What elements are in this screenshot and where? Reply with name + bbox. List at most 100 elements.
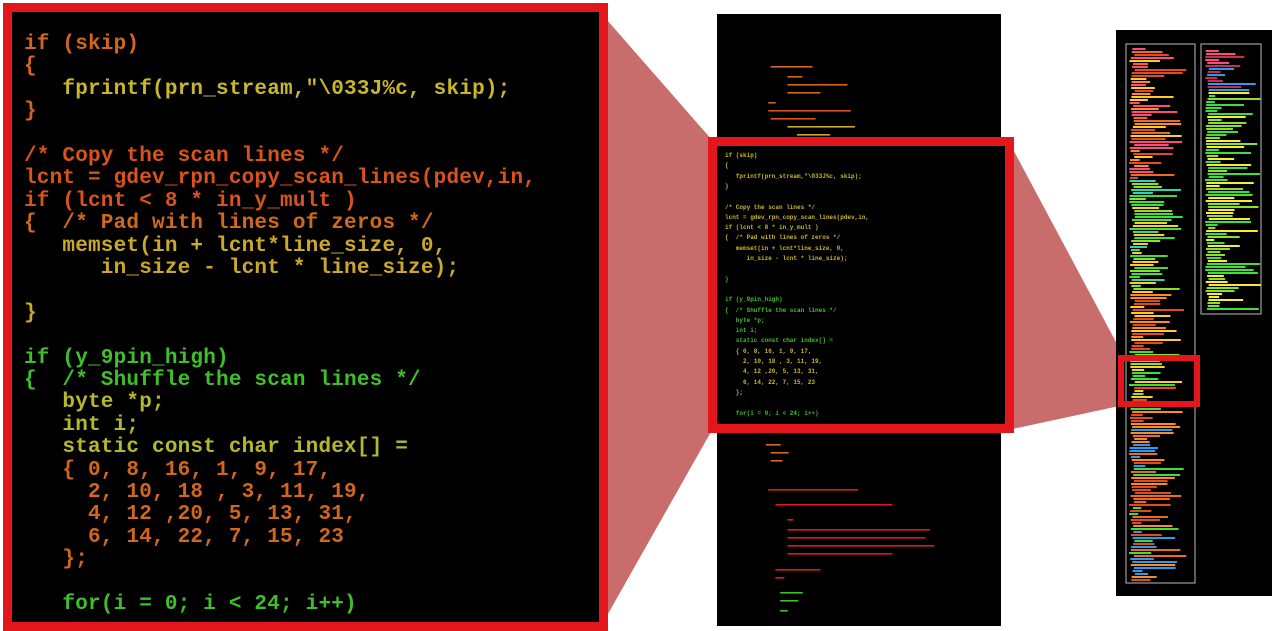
overview-line-mark [1205,248,1230,250]
overview-line-mark [1205,59,1220,61]
overview-line-mark [1129,201,1165,203]
overview-line-mark [1129,351,1154,353]
overview-line-mark [1132,291,1153,293]
overview-line-mark [1208,89,1250,91]
overview-line-mark [1132,537,1176,539]
overview-line-mark [1133,258,1156,260]
overview-line-mark [1133,531,1142,533]
code-line: { /* Pad with lines of zeros */ [24,212,434,236]
overview-line-mark [1134,165,1149,167]
code-line-mark [770,460,783,462]
code-line: { [725,162,729,170]
overview-line-mark [1206,146,1245,148]
overview-line-mark [1207,302,1221,304]
overview-line-mark [1131,240,1161,242]
overview-line-mark [1129,180,1156,182]
code-line-mark [770,66,813,68]
overview-line-mark [1130,558,1154,560]
overview-line-mark [1130,129,1156,131]
code-line-mark [775,577,785,579]
overview-line-mark [1134,567,1176,569]
code-line-mark [787,84,848,86]
overview-line-mark [1206,128,1233,130]
code-line: fprintf(prn_stream,"\033J%c, skip); [24,77,511,101]
overview-line-mark [1131,483,1168,485]
overview-line-mark [1206,182,1254,184]
overview-line-mark [1134,315,1171,317]
code-line-mark [775,504,893,506]
code-line-mark [770,452,789,454]
overview-line-mark [1134,90,1154,92]
overview-line-mark [1205,110,1218,112]
overview-line-mark [1206,212,1234,214]
code-line: int i; [725,327,758,335]
code-line: }; [24,548,89,572]
overview-line-mark [1130,78,1147,80]
overview-line-mark [1206,164,1252,166]
overview-line-mark [1207,251,1221,253]
overview-line-mark [1130,423,1176,425]
overview-line-mark [1129,504,1171,506]
overview-line-mark [1207,83,1256,85]
overview-line-mark [1130,57,1174,59]
overview-line-mark [1208,209,1235,211]
overview-line-mark [1129,453,1158,455]
overview-line-mark [1130,432,1174,434]
overview-line-mark [1134,492,1171,494]
overview-line-mark [1134,300,1160,302]
code-line-mark [787,126,855,128]
overview-line-mark [1130,135,1182,137]
overview-line-mark [1132,327,1166,329]
overview-line-mark [1134,123,1182,125]
overview-line-mark [1130,408,1161,410]
overview-line-mark [1130,159,1140,161]
overview-line-mark [1131,219,1172,221]
overview-line-mark [1208,206,1259,208]
overview-line-mark [1208,122,1247,124]
overview-line-mark [1207,236,1240,238]
overview-line-mark [1133,234,1165,236]
overview-line-mark [1207,62,1230,64]
connector-wedge-left [600,12,712,628]
overview-line-mark [1129,102,1140,104]
overview-line-mark [1131,273,1163,275]
overview-line-mark [1205,149,1219,151]
overview-line-mark [1207,173,1260,175]
code-line-mark [765,444,781,446]
overview-line-mark [1129,552,1152,554]
code-line: in_size - lcnt * line_size); [24,257,460,280]
overview-line-mark [1205,65,1241,67]
overview-line-mark [1131,522,1142,524]
overview-line-mark [1205,290,1235,292]
overview-line-mark [1207,158,1235,160]
overview-line-mark [1205,50,1219,52]
overview-line-mark [1131,348,1151,350]
code-line: { 0, 8, 16, 1, 9, 17, [725,347,812,355]
code-line-mark [768,102,776,104]
overview-line-mark [1132,507,1142,509]
overview-line-mark [1208,218,1250,220]
overview-line-mark [1134,237,1175,239]
code-line: if (lcnt < 8 * in_y_mult ) [24,189,357,213]
code-line: 4, 12 ,20, 5, 13, 31, [725,368,819,376]
overview-line-mark [1205,194,1253,196]
code-line-mark [787,519,794,521]
overview-line-mark [1131,429,1173,431]
code-line: in_size - lcnt * line_size); [725,255,848,262]
overview-line-mark [1129,171,1154,173]
overview-line-mark [1131,579,1151,581]
overview-line-mark [1132,411,1183,413]
code-line-mark [787,76,803,78]
overview-line-mark [1208,167,1248,169]
overview-line-mark [1206,215,1233,217]
overview-line-mark [1132,207,1160,209]
overview-line-mark [1131,414,1143,416]
overview-line-mark [1130,471,1157,473]
overview-line-mark [1129,195,1178,197]
overview-line-mark [1129,270,1160,272]
code-line-mark [787,537,926,539]
overview-line-mark [1130,84,1146,86]
code-line: memset(in + lcnt*line_size, 0, [24,234,447,258]
overview-highlight-frame [1118,355,1200,407]
code-line: 2, 10, 18 , 3, 11, 19, [24,481,370,504]
